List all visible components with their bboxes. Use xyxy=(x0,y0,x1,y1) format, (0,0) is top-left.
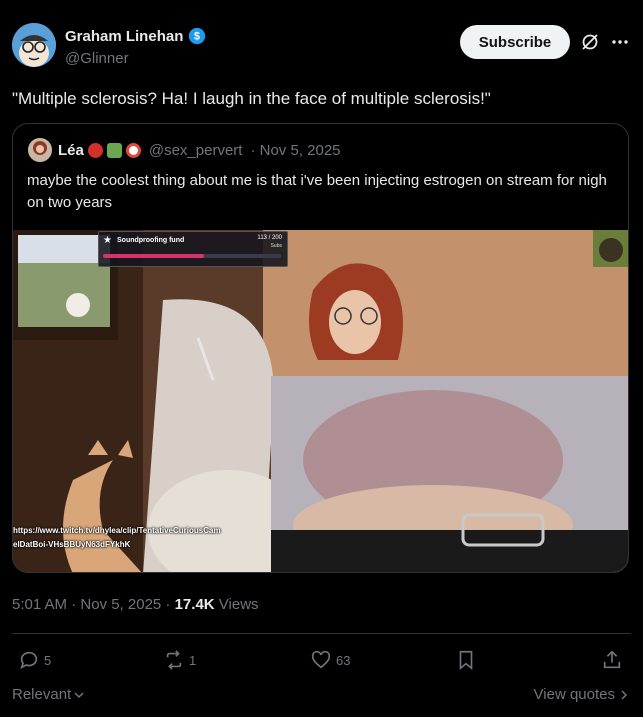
chevron-right-icon xyxy=(621,689,628,700)
quoted-author-avatar[interactable] xyxy=(28,138,52,162)
tractor-icon xyxy=(106,143,122,158)
reply-icon xyxy=(20,651,38,669)
repost-icon xyxy=(166,650,182,670)
quoted-post-text: maybe the coolest thing about me is that… xyxy=(27,172,607,211)
post-timestamp[interactable]: 5:01 AM · Nov 5, 2025 · xyxy=(12,596,175,613)
chevron-down-icon xyxy=(74,691,84,698)
post-container: Graham Linehan $ @Glinner Subscribe "Mul… xyxy=(0,0,643,717)
quoted-author-handle[interactable]: @sex_pervert xyxy=(149,142,243,159)
author-handle[interactable]: @Glinner xyxy=(65,50,129,67)
lifebuoy-icon xyxy=(125,143,141,158)
subscribe-button[interactable]: Subscribe xyxy=(460,25,570,59)
overlay-count: 113 / 200 xyxy=(257,235,282,241)
sort-label: Relevant xyxy=(12,686,72,703)
reply-count: 5 xyxy=(44,652,52,668)
author-name-row: Graham Linehan $ xyxy=(65,27,206,45)
overlay-unit: Subs xyxy=(270,243,282,249)
view-quotes-link[interactable]: View quotes xyxy=(534,686,629,703)
author-name[interactable]: Graham Linehan xyxy=(65,28,183,45)
bookmark-icon xyxy=(459,650,473,671)
more-options-icon[interactable] xyxy=(610,32,630,52)
quoted-author-row: Léa @sex_pervert · Nov 5, 2025 xyxy=(58,142,341,159)
soundproofing-overlay: ★ Soundproofing fund 113 / 200 Subs xyxy=(98,231,288,267)
heart-icon xyxy=(311,650,331,669)
clip-url-line2: elDatBoi-VHsBBUyN63dFYkhK xyxy=(13,540,131,549)
sort-dropdown[interactable]: Relevant xyxy=(12,686,85,703)
verified-badge-icon: $ xyxy=(189,27,206,45)
grok-icon[interactable] xyxy=(580,32,600,52)
clip-url-overlay: https://www.twitch.tv/dhylea/clip/Tentat… xyxy=(13,524,263,552)
quoted-post-date: · Nov 5, 2025 xyxy=(250,142,341,159)
quoted-post-media[interactable]: ★ Soundproofing fund 113 / 200 Subs http… xyxy=(13,230,628,572)
bookmark-button[interactable] xyxy=(455,649,477,671)
view-quotes-label: View quotes xyxy=(533,686,615,703)
overlay-progress-fill xyxy=(103,254,204,258)
divider xyxy=(12,633,631,634)
views-label: Views xyxy=(214,596,259,613)
share-icon xyxy=(603,650,621,669)
quoted-post[interactable]: Léa @sex_pervert · Nov 5, 2025 maybe the… xyxy=(12,123,629,573)
views-count: 17.4K xyxy=(174,596,215,613)
overlay-title: Soundproofing fund xyxy=(117,237,185,244)
reply-button[interactable]: 5 xyxy=(18,649,51,671)
ladybug-icon xyxy=(87,143,103,158)
share-button[interactable] xyxy=(601,649,623,671)
svg-text:$: $ xyxy=(194,31,200,43)
author-avatar[interactable] xyxy=(12,23,56,67)
star-icon: ★ xyxy=(103,235,112,246)
clip-url-line1: https://www.twitch.tv/dhylea/clip/Tentat… xyxy=(13,526,221,535)
post-text: "Multiple sclerosis? Ha! I laugh in the … xyxy=(12,89,491,108)
post-stats: 5:01 AM · Nov 5, 2025 · 17.4K Views xyxy=(12,596,259,613)
like-count: 63 xyxy=(336,652,351,668)
repost-button[interactable]: 1 xyxy=(163,649,196,671)
like-button[interactable]: 63 xyxy=(310,649,350,671)
quoted-author-name[interactable]: Léa xyxy=(58,142,84,159)
overlay-progress-track xyxy=(103,254,281,258)
repost-count: 1 xyxy=(189,652,197,668)
